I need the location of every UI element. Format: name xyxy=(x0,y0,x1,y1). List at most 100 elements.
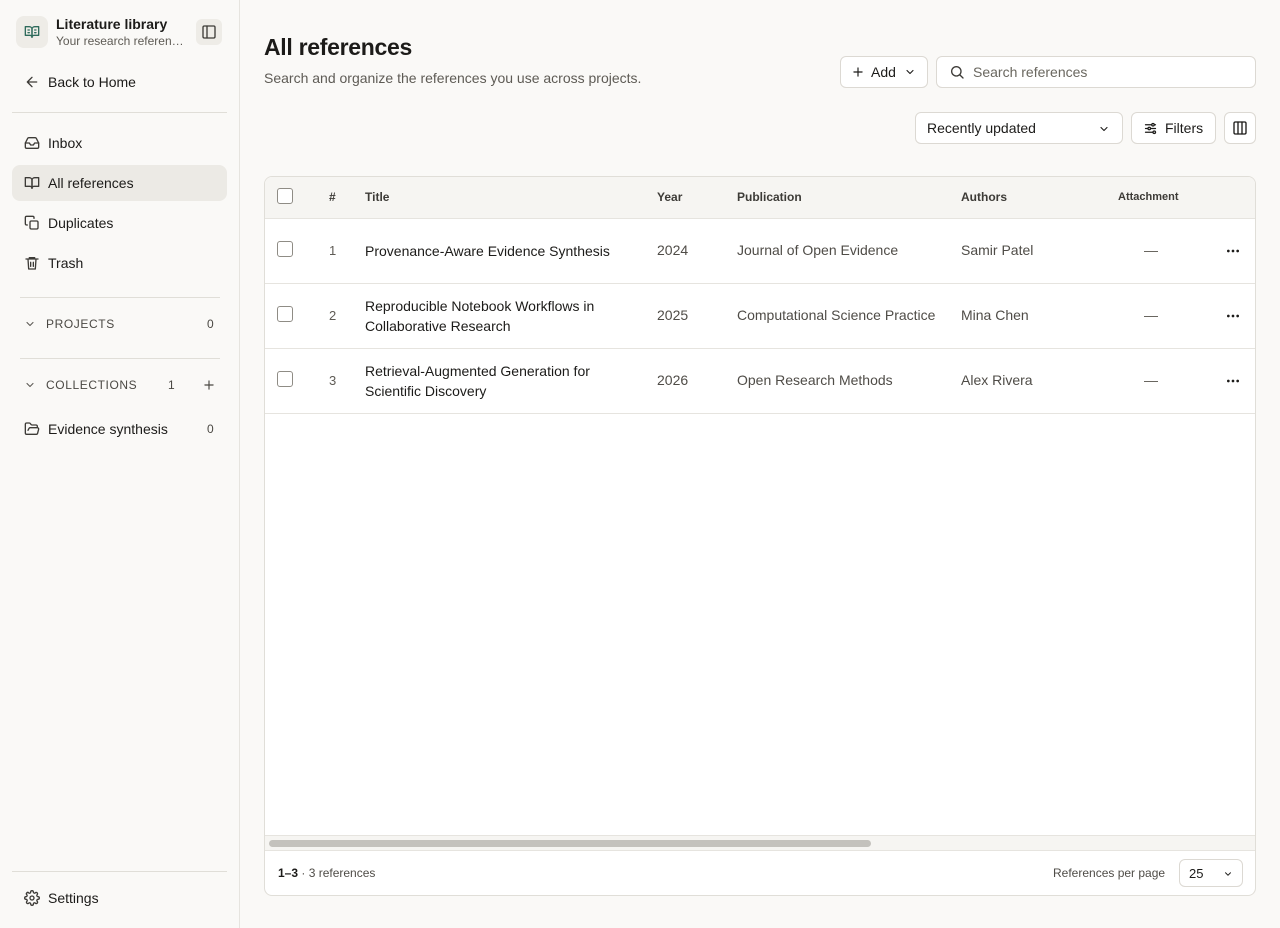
arrow-left-icon xyxy=(26,76,38,88)
sidebar-divider xyxy=(12,871,227,872)
folder-open-icon xyxy=(24,422,40,435)
search-box[interactable] xyxy=(936,56,1256,88)
sort-label: Recently updated xyxy=(927,120,1036,136)
collection-label: Evidence synthesis xyxy=(48,421,168,437)
chevron-down-icon xyxy=(26,321,34,327)
book-open-icon xyxy=(24,177,40,189)
row-publication: Journal of Open Evidence xyxy=(737,242,899,258)
collections-label: COLLECTIONS xyxy=(46,378,138,392)
table-row[interactable]: 2 Reproducible Notebook Workflows in Col… xyxy=(265,284,1255,349)
toggle-sidebar-button[interactable] xyxy=(196,19,222,45)
row-title[interactable]: Reproducible Notebook Workflows in Colla… xyxy=(365,296,625,336)
row-publication: Computational Science Practice xyxy=(737,307,936,323)
add-label: Add xyxy=(871,64,896,80)
filters-label: Filters xyxy=(1165,120,1204,136)
per-page-select[interactable]: 25 xyxy=(1179,859,1243,887)
sidebar-item-label: Inbox xyxy=(48,135,83,151)
more-options-icon[interactable] xyxy=(1225,373,1241,389)
more-options-icon[interactable] xyxy=(1225,308,1241,324)
per-page-label: References per page xyxy=(1053,866,1166,880)
sidebar: Literature library Your research referen… xyxy=(0,0,240,928)
row-year: 2026 xyxy=(657,372,689,388)
row-attachment: — xyxy=(1144,307,1158,323)
sidebar-item-duplicates[interactable]: Duplicates xyxy=(12,205,227,241)
add-collection-icon[interactable] xyxy=(202,378,216,392)
column-header-attachment[interactable]: Attachment xyxy=(1118,191,1179,203)
collections-count: 1 xyxy=(168,378,175,392)
columns-icon xyxy=(1233,121,1247,135)
settings-link[interactable]: Settings xyxy=(12,882,227,914)
sidebar-item-trash[interactable]: Trash xyxy=(12,245,227,281)
chevron-down-icon xyxy=(26,382,34,388)
select-all-checkbox[interactable] xyxy=(277,188,293,204)
row-number: 2 xyxy=(329,308,337,323)
sidebar-item-label: Trash xyxy=(48,255,84,271)
sliders-icon xyxy=(1144,122,1157,134)
row-number: 1 xyxy=(329,243,337,258)
page-title: All references xyxy=(264,34,412,60)
collections-section-toggle[interactable]: COLLECTIONS 1 xyxy=(20,375,220,395)
row-title[interactable]: Retrieval-Augmented Generation for Scien… xyxy=(365,361,625,401)
settings-label: Settings xyxy=(48,890,99,906)
projects-count: 0 xyxy=(207,317,214,331)
chevron-down-icon xyxy=(906,69,914,75)
row-year: 2024 xyxy=(657,242,689,258)
collection-item-evidence-synthesis[interactable]: Evidence synthesis 0 xyxy=(12,413,227,445)
search-input[interactable] xyxy=(973,64,1243,80)
sidebar-divider xyxy=(20,297,220,298)
sidebar-divider xyxy=(12,112,227,113)
column-header-authors[interactable]: Authors xyxy=(961,190,1007,204)
row-authors: Alex Rivera xyxy=(961,372,1033,388)
column-header-number[interactable]: # xyxy=(329,190,336,204)
pagination-range: 1–3 xyxy=(278,866,299,880)
pagination-count: · 3 references xyxy=(301,866,376,880)
table-row[interactable]: 3 Retrieval-Augmented Generation for Sci… xyxy=(265,349,1255,414)
chevron-down-icon xyxy=(1225,872,1231,876)
collection-count: 0 xyxy=(207,422,214,436)
more-options-icon[interactable] xyxy=(1225,243,1241,259)
search-icon xyxy=(951,66,964,79)
per-page-value: 25 xyxy=(1189,865,1204,881)
sort-select[interactable]: Recently updated xyxy=(915,112,1123,144)
chevron-down-icon xyxy=(1100,126,1108,132)
app-subtitle: Your research references xyxy=(56,34,184,48)
row-checkbox[interactable] xyxy=(277,306,293,322)
row-authors: Mina Chen xyxy=(961,307,1029,323)
sidebar-item-label: All references xyxy=(48,175,134,191)
table-row[interactable]: 1 Provenance-Aware Evidence Synthesis 20… xyxy=(265,219,1255,284)
row-checkbox[interactable] xyxy=(277,371,293,387)
scrollbar-thumb[interactable] xyxy=(269,840,871,847)
plus-icon xyxy=(853,67,863,77)
columns-button[interactable] xyxy=(1224,112,1256,144)
brand: Literature library Your research referen… xyxy=(16,16,224,48)
table-header: # Title Year Publication Authors Attachm… xyxy=(265,177,1255,219)
row-title[interactable]: Provenance-Aware Evidence Synthesis xyxy=(365,241,645,261)
projects-label: PROJECTS xyxy=(46,317,115,331)
column-header-title[interactable]: Title xyxy=(365,190,389,204)
sidebar-divider xyxy=(20,358,220,359)
sidebar-panel-icon xyxy=(202,25,216,39)
row-attachment: — xyxy=(1144,372,1158,388)
pagination-summary: 1–3 · 3 references xyxy=(278,866,375,880)
copy-icon xyxy=(24,215,39,230)
trash-icon xyxy=(25,257,39,270)
row-checkbox[interactable] xyxy=(277,241,293,257)
table-footer: 1–3 · 3 references References per page 2… xyxy=(265,851,1255,895)
column-header-year[interactable]: Year xyxy=(657,190,682,204)
row-publication: Open Research Methods xyxy=(737,372,893,388)
row-attachment: — xyxy=(1144,242,1158,258)
inbox-icon xyxy=(24,137,40,149)
projects-section-toggle[interactable]: PROJECTS 0 xyxy=(20,314,220,334)
sidebar-item-inbox[interactable]: Inbox xyxy=(12,125,227,161)
row-year: 2025 xyxy=(657,307,689,323)
column-header-publication[interactable]: Publication xyxy=(737,190,802,204)
horizontal-scrollbar[interactable] xyxy=(265,835,1255,851)
filters-button[interactable]: Filters xyxy=(1131,112,1216,144)
gear-icon xyxy=(24,890,40,906)
sidebar-item-all-references[interactable]: All references xyxy=(12,165,227,201)
add-button[interactable]: Add xyxy=(840,56,928,88)
page-subtitle: Search and organize the references you u… xyxy=(264,70,642,86)
back-to-home-label: Back to Home xyxy=(48,74,136,90)
row-authors: Samir Patel xyxy=(961,242,1034,258)
back-to-home-link[interactable]: Back to Home xyxy=(12,64,227,100)
